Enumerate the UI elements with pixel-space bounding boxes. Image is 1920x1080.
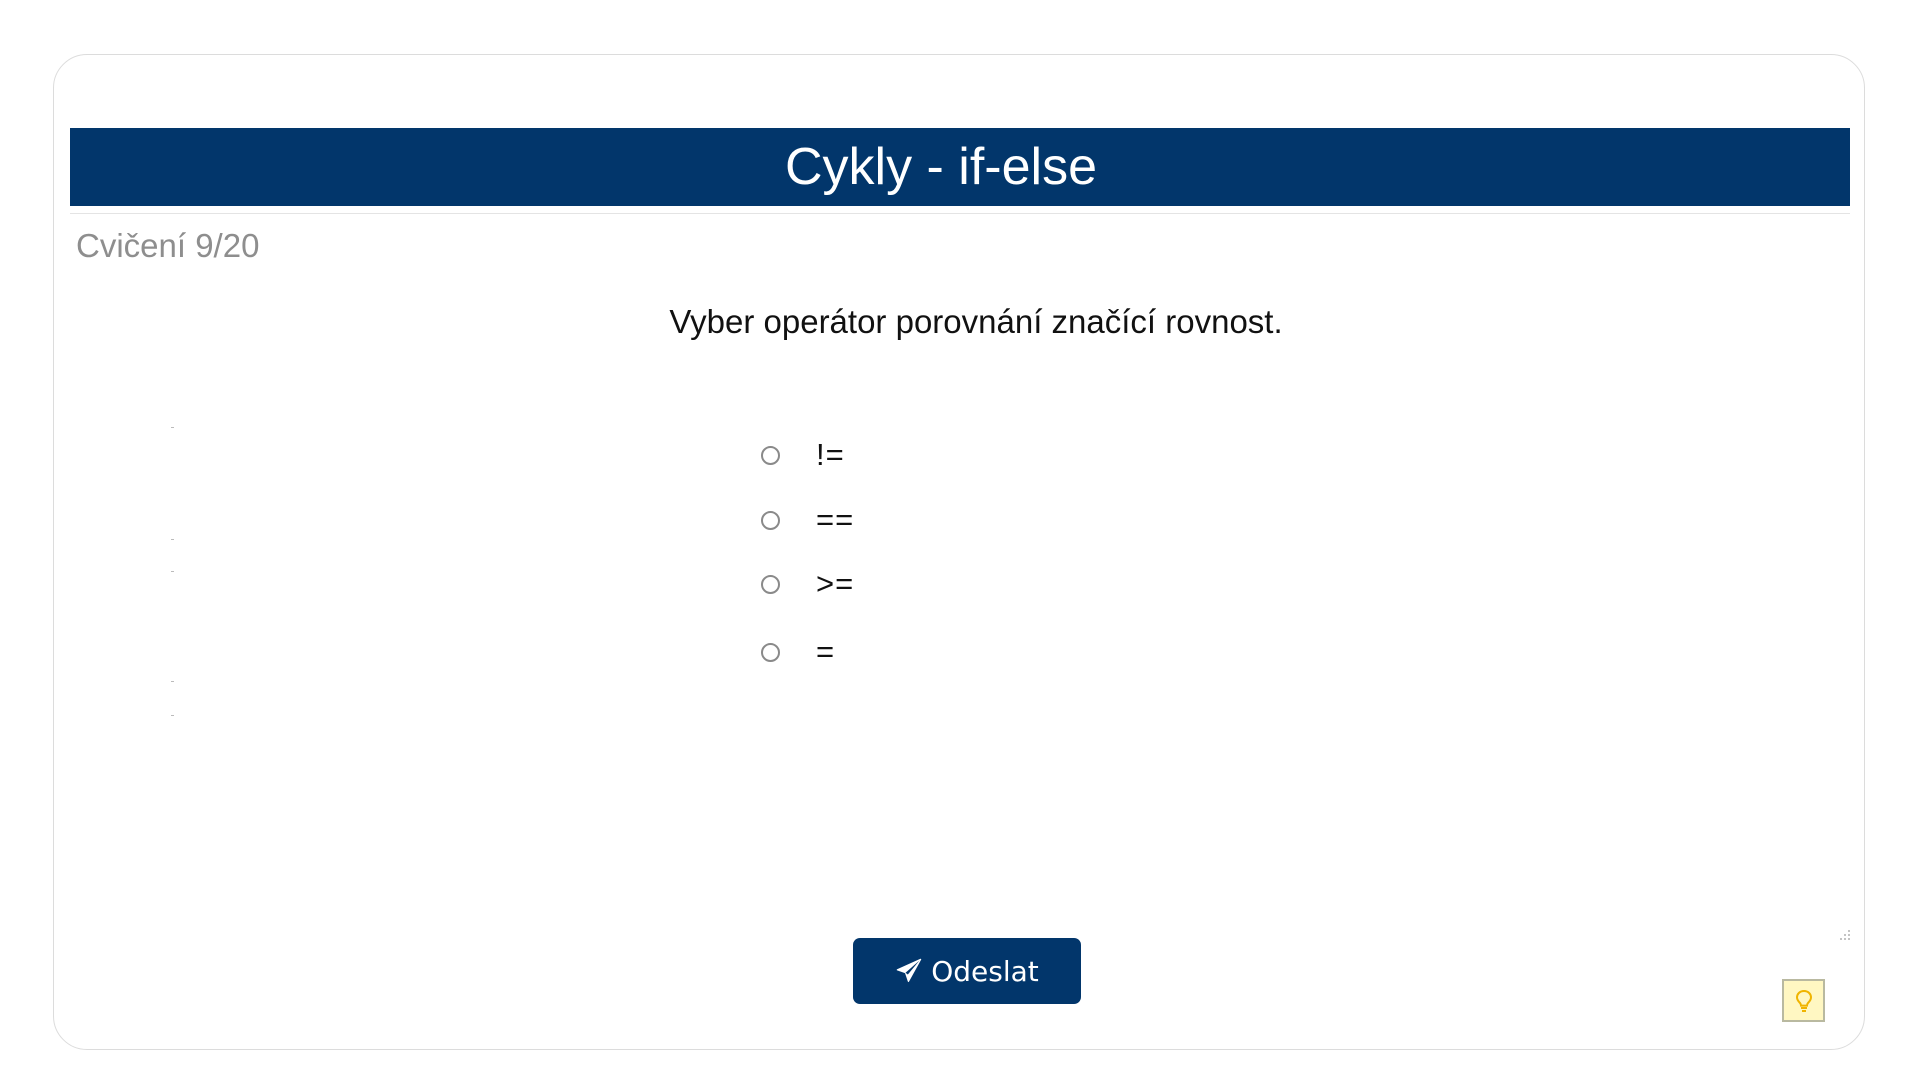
answer-option[interactable]: >=	[756, 564, 956, 604]
option-label: ==	[816, 502, 855, 537]
decorative-mark	[171, 427, 174, 428]
page-title: Cykly - if-else	[784, 138, 1098, 196]
answer-option[interactable]: =	[756, 632, 956, 672]
decorative-mark	[171, 681, 174, 682]
hint-button[interactable]	[1782, 979, 1825, 1022]
lightbulb-icon	[1795, 989, 1812, 1012]
question-text: Vyber operátor porovnání značící rovnost…	[669, 303, 1283, 340]
radio-button[interactable]	[761, 510, 780, 530]
radio-button[interactable]	[761, 574, 780, 594]
radio-button[interactable]	[761, 445, 780, 465]
option-label: !=	[816, 437, 845, 472]
exercise-card: Cykly - if-else Cvičení 9/20 Vyber operá…	[53, 54, 1865, 1050]
submit-label: Odeslat	[931, 954, 1039, 988]
title-bar: Cykly - if-else	[70, 128, 1850, 206]
paper-plane-icon	[896, 958, 922, 983]
radio-button[interactable]	[761, 642, 780, 662]
resize-handle-icon[interactable]	[1840, 930, 1850, 940]
title-divider	[70, 213, 1850, 214]
decorative-mark	[171, 715, 174, 716]
option-label: >=	[816, 566, 855, 601]
decorative-mark	[171, 539, 174, 540]
answer-option[interactable]: ==	[756, 500, 956, 540]
option-label: =	[816, 634, 836, 669]
decorative-mark	[171, 571, 174, 572]
submit-button[interactable]: Odeslat	[853, 938, 1081, 1004]
answer-option[interactable]: !=	[756, 435, 956, 475]
exercise-counter: Cvičení 9/20	[76, 227, 260, 264]
